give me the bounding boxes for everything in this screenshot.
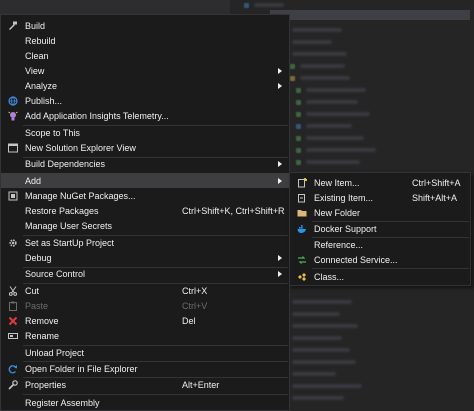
menu-item-manage-user-secrets[interactable]: Manage User Secrets bbox=[1, 218, 289, 233]
menu-item-analyze[interactable]: Analyze bbox=[1, 78, 289, 93]
menu-item-manage-nuget[interactable]: Manage NuGet Packages... bbox=[1, 188, 289, 203]
submenu-arrow-icon bbox=[278, 82, 282, 89]
menu-item-clean[interactable]: Clean bbox=[1, 48, 289, 63]
red-x-remove-icon bbox=[7, 315, 18, 326]
menu-item-remove[interactable]: Remove Del bbox=[1, 313, 289, 328]
rename-icon bbox=[7, 330, 18, 341]
remove-shortcut: Del bbox=[182, 315, 196, 326]
menu-item-paste: Paste Ctrl+V bbox=[1, 298, 289, 313]
connected-service-icon bbox=[296, 254, 307, 265]
existing-item-icon bbox=[296, 192, 307, 203]
gear-icon bbox=[7, 237, 18, 248]
submenu-item-reference[interactable]: Reference... bbox=[290, 237, 470, 252]
submenu-item-class[interactable]: Class... bbox=[290, 269, 470, 284]
restore-packages-shortcut: Ctrl+Shift+K, Ctrl+Shift+R bbox=[182, 205, 285, 216]
docker-whale-icon bbox=[296, 223, 307, 234]
paste-shortcut: Ctrl+V bbox=[182, 300, 208, 311]
menu-item-build-dependencies[interactable]: Build Dependencies bbox=[1, 156, 289, 171]
menu-item-source-control[interactable]: Source Control bbox=[1, 266, 289, 281]
menu-item-build[interactable]: Build bbox=[1, 18, 289, 33]
menu-item-debug[interactable]: Debug bbox=[1, 250, 289, 265]
submenu-arrow-icon bbox=[278, 254, 282, 261]
new-item-shortcut: Ctrl+Shift+A bbox=[412, 177, 461, 188]
menu-item-cut[interactable]: Cut Ctrl+X bbox=[1, 283, 289, 298]
wrench-icon bbox=[7, 379, 18, 390]
project-context-menu: Build Rebuild Clean View Analyze Publish… bbox=[0, 14, 290, 411]
menu-item-view[interactable]: View bbox=[1, 63, 289, 78]
submenu-arrow-icon bbox=[278, 67, 282, 74]
existing-item-shortcut: Shift+Alt+A bbox=[412, 192, 458, 203]
menu-item-properties[interactable]: Properties Alt+Enter bbox=[1, 377, 289, 392]
clipboard-icon bbox=[7, 300, 18, 311]
cut-shortcut: Ctrl+X bbox=[182, 285, 208, 296]
submenu-arrow-icon bbox=[278, 270, 282, 277]
menu-item-publish[interactable]: Publish... bbox=[1, 93, 289, 108]
folder-icon bbox=[296, 207, 307, 218]
class-icon bbox=[296, 271, 307, 282]
submenu-arrow-icon bbox=[278, 177, 282, 184]
menu-item-set-startup[interactable]: Set as StartUp Project bbox=[1, 235, 289, 250]
menu-item-scope-to-this[interactable]: Scope to This bbox=[1, 125, 289, 140]
scissors-icon bbox=[7, 285, 18, 296]
build-icon bbox=[7, 20, 18, 31]
solution-explorer-view-icon bbox=[7, 142, 18, 153]
menu-item-restore-packages[interactable]: Restore Packages Ctrl+Shift+K, Ctrl+Shif… bbox=[1, 203, 289, 218]
nuget-package-icon bbox=[7, 190, 18, 201]
menu-item-open-folder[interactable]: Open Folder in File Explorer bbox=[1, 361, 289, 376]
submenu-item-connected-service[interactable]: Connected Service... bbox=[290, 252, 470, 267]
tree-selected-row bbox=[270, 10, 470, 20]
submenu-item-existing-item[interactable]: Existing Item... Shift+Alt+A bbox=[290, 190, 470, 205]
publish-globe-icon bbox=[7, 95, 18, 106]
background-titlebar bbox=[0, 0, 230, 14]
menu-item-new-solution-explorer-view[interactable]: New Solution Explorer View bbox=[1, 140, 289, 155]
submenu-item-new-folder[interactable]: New Folder bbox=[290, 205, 470, 220]
menu-item-unload-project[interactable]: Unload Project bbox=[1, 345, 289, 360]
submenu-item-docker-support[interactable]: Docker Support bbox=[290, 221, 470, 236]
menu-item-rebuild[interactable]: Rebuild bbox=[1, 33, 289, 48]
application-insights-icon bbox=[7, 110, 18, 121]
menu-item-add[interactable]: Add bbox=[1, 173, 289, 188]
menu-item-register-assembly[interactable]: Register Assembly bbox=[1, 395, 289, 410]
properties-shortcut: Alt+Enter bbox=[182, 379, 220, 390]
refresh-arrow-icon bbox=[7, 363, 18, 374]
submenu-arrow-icon bbox=[278, 160, 282, 167]
menu-item-rename[interactable]: Rename bbox=[1, 328, 289, 343]
add-submenu: New Item... Ctrl+Shift+A Existing Item..… bbox=[289, 172, 471, 286]
submenu-item-new-item[interactable]: New Item... Ctrl+Shift+A bbox=[290, 175, 470, 190]
new-item-icon bbox=[296, 177, 307, 188]
menu-item-add-insights[interactable]: Add Application Insights Telemetry... bbox=[1, 108, 289, 123]
